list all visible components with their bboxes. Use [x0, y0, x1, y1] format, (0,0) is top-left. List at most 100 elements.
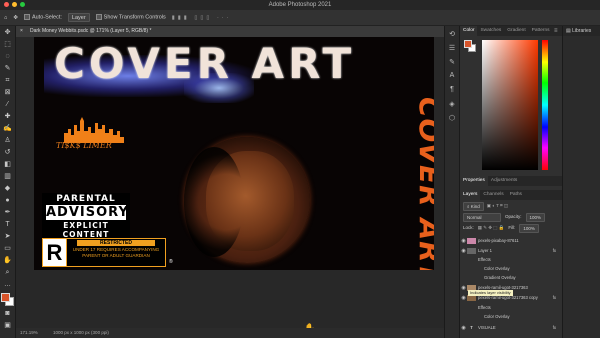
advisory-line2: ADVISORY	[46, 205, 129, 220]
layer-row[interactable]: ◉ Layer 1 fx	[460, 246, 562, 255]
coin-crescent-shadow	[184, 147, 244, 257]
filter-icons[interactable]: ▣ ◐ T ⌗ ◫	[487, 202, 508, 210]
artboard[interactable]: COVER ART TI$K$ LIMER PARENTAL ADVISORY …	[34, 37, 434, 270]
move-tool-icon[interactable]: ✥	[13, 15, 18, 21]
foreground-swatch[interactable]	[0, 293, 10, 302]
visibility-eye-icon[interactable]: ◉	[460, 247, 467, 255]
type-icon[interactable]: T	[2, 220, 14, 230]
effect-row[interactable]: Color Overlay	[460, 264, 562, 273]
opacity-field[interactable]: 100%	[525, 213, 546, 222]
cover-art-title: COVER ART	[54, 39, 356, 88]
show-transform-label: Show Transform Controls	[103, 14, 166, 21]
properties-icon[interactable]: ☰	[447, 44, 457, 54]
kind-label: Kind	[470, 204, 480, 209]
rating-restricted: RESTRICTED	[77, 240, 155, 246]
layer-row[interactable]: ◉ T VISUALE fx	[460, 323, 562, 332]
zoom-level[interactable]: 171.19%	[20, 330, 38, 335]
close-tab-icon[interactable]: ×	[20, 26, 23, 37]
show-transform-checkbox[interactable]: Show Transform Controls	[95, 14, 166, 21]
document-tab[interactable]: × Dark Money Webbits.psdc @ 171% (Layer …	[16, 26, 444, 37]
tab-layers[interactable]: Layers	[460, 190, 481, 200]
color-swatches[interactable]	[0, 293, 15, 307]
status-bar: 171.19% 1000 px x 1000 px (300 ppi)	[16, 328, 444, 338]
frame-icon[interactable]: ⊠	[2, 88, 14, 98]
right-panel: Color Swatches Gradient Patterns ≡ Prope…	[460, 26, 562, 338]
path-select-icon[interactable]: ➤	[2, 232, 14, 242]
maximize-window-icon[interactable]	[20, 2, 25, 7]
dodge-icon[interactable]: ●	[2, 196, 14, 206]
blend-mode-dropdown[interactable]: Normal	[463, 213, 501, 222]
canvas-area[interactable]: COVER ART TI$K$ LIMER PARENTAL ADVISORY …	[16, 37, 444, 328]
quick-mask-icon[interactable]: ◙	[2, 309, 14, 319]
advisory-line1: PARENTAL	[56, 194, 116, 204]
brush-settings-icon[interactable]: ✎	[447, 58, 457, 68]
libraries-label: Libraries	[572, 28, 592, 34]
more-tools-icon[interactable]: …	[2, 280, 14, 290]
panel-menu-icon[interactable]: ≡	[554, 26, 558, 36]
tab-color[interactable]: Color	[460, 26, 478, 36]
tab-gradient[interactable]: Gradient	[504, 26, 528, 36]
tab-patterns[interactable]: Patterns	[529, 26, 553, 36]
hue-slider[interactable]	[542, 40, 548, 170]
marquee-icon[interactable]: ⬚	[2, 40, 14, 50]
crop-icon[interactable]: ⌗	[2, 76, 14, 86]
close-window-icon[interactable]	[4, 2, 9, 7]
history-brush-icon[interactable]: ↺	[2, 148, 14, 158]
fill-field[interactable]: 100%	[519, 224, 539, 233]
tab-paths[interactable]: Paths	[507, 190, 525, 200]
lasso-icon[interactable]: ◌	[2, 52, 14, 62]
auto-select-dropdown[interactable]: Layer	[67, 13, 90, 22]
libraries-icon: ▤	[566, 28, 571, 34]
clone-stamp-icon[interactable]: ♙	[2, 136, 14, 146]
align-icons[interactable]: ▮▮▮ ▯▯▯ ···	[172, 15, 232, 21]
character-icon[interactable]: A	[447, 72, 457, 82]
effect-row[interactable]: Color Overlay	[460, 312, 562, 321]
visibility-eye-icon[interactable]: ◉	[460, 324, 467, 332]
effect-label: Color Overlay	[484, 314, 510, 319]
rating-badge: R RESTRICTED UNDER 17 REQUIRES ACCOMPANY…	[42, 238, 166, 267]
rectangle-icon[interactable]: ▭	[2, 244, 14, 254]
tab-adjustments[interactable]: Adjustments	[488, 176, 520, 186]
kind-filter-dropdown[interactable]: ⌕ Kind	[463, 202, 484, 211]
blur-icon[interactable]: ◆	[2, 184, 14, 194]
tools-panel: ✥ ⬚ ◌ ✎ ⌗ ⊠ ⁄ ✚ ✍ ♙ ↺ ◧ ▥ ◆ ● ✒ T ➤ ▭ ✋ …	[0, 26, 16, 338]
eyedropper-icon[interactable]: ⁄	[2, 100, 14, 110]
libraries-tab[interactable]: ▤ Libraries	[563, 26, 600, 36]
visibility-eye-icon[interactable]: ◉	[460, 294, 467, 302]
tab-swatches[interactable]: Swatches	[477, 26, 504, 36]
pen-icon[interactable]: ✒	[2, 208, 14, 218]
visibility-eye-icon[interactable]: ◉	[460, 284, 467, 292]
brush-icon[interactable]: ✍	[2, 124, 14, 134]
rating-letter: R	[43, 239, 67, 266]
options-bar: ⌂ ✥ Auto-Select: Layer Show Transform Co…	[0, 10, 600, 26]
glyphs-icon[interactable]: ◈	[447, 100, 457, 110]
effects-label: Effects	[478, 305, 491, 310]
fill-label: Fill:	[508, 225, 516, 230]
tab-channels[interactable]: Channels	[480, 190, 506, 200]
screen-mode-icon[interactable]: ▣	[2, 321, 14, 331]
blend-row: Normal Opacity: 100%	[463, 213, 559, 222]
effect-row[interactable]: Gradient Overlay	[460, 273, 562, 282]
gradient-icon[interactable]: ▥	[2, 172, 14, 182]
color-field[interactable]	[482, 40, 538, 170]
eraser-icon[interactable]: ◧	[2, 160, 14, 170]
opacity-label: Opacity:	[505, 214, 522, 219]
paragraph-icon[interactable]: ¶	[447, 86, 457, 96]
effects-row[interactable]: Effects	[460, 303, 562, 312]
effects-row[interactable]: Effects	[460, 255, 562, 264]
lock-icons[interactable]: ▦ ✎ ✥ ⬚ 🔒	[478, 224, 505, 232]
move-icon[interactable]: ✥	[2, 28, 14, 38]
hand-icon[interactable]: ✋	[2, 256, 14, 266]
minimize-window-icon[interactable]	[12, 2, 17, 7]
layer-row[interactable]: ◉ pexels-pixabay-87611	[460, 236, 562, 245]
panel-foreground-swatch[interactable]	[464, 40, 472, 48]
auto-select-checkbox[interactable]: Auto-Select:	[23, 14, 62, 21]
healing-brush-icon[interactable]: ✚	[2, 112, 14, 122]
visibility-eye-icon[interactable]: ◉	[460, 237, 467, 245]
tab-properties[interactable]: Properties	[460, 176, 488, 186]
home-icon[interactable]: ⌂	[4, 15, 7, 21]
zoom-icon[interactable]: ⌕	[2, 268, 14, 278]
history-icon[interactable]: ⟲	[447, 30, 457, 40]
quick-select-icon[interactable]: ✎	[2, 64, 14, 74]
3d-icon[interactable]: ⬡	[447, 114, 457, 124]
